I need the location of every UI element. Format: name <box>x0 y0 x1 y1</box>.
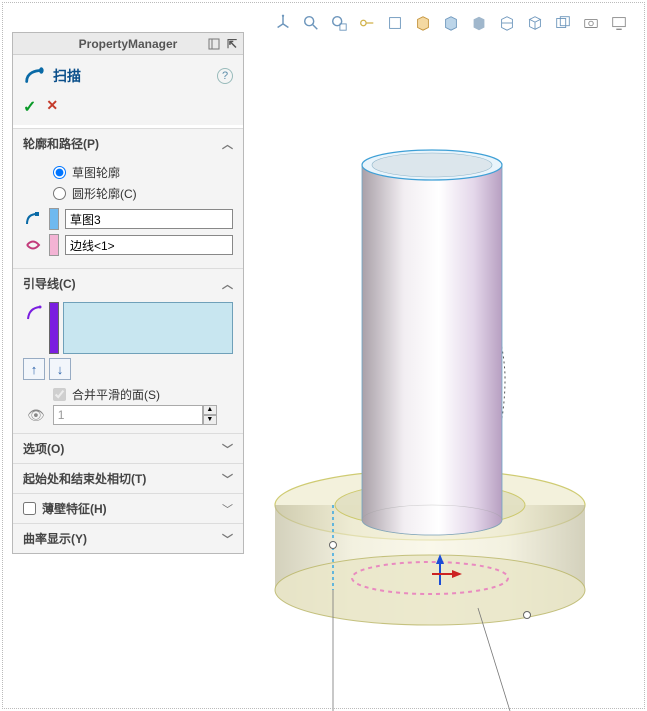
radio-sketch-profile[interactable] <box>53 166 66 179</box>
screen-icon[interactable] <box>609 13 629 33</box>
chevron-down-icon: ﹀ <box>222 531 233 547</box>
property-manager-panel: PropertyManager ⇱ 扫描 ? ✓ ✕ 轮廓和路径(P) ︿ 草图… <box>12 32 244 554</box>
merge-smooth-checkbox[interactable] <box>53 388 66 401</box>
radio-circular-profile[interactable] <box>53 187 66 200</box>
chevron-up-icon: ︿ <box>222 276 233 292</box>
section-thin-header[interactable]: 薄壁特征(H) ﹀ <box>13 493 243 523</box>
radio-circular-profile-label[interactable]: 圆形轮廓(C) <box>72 185 137 202</box>
feature-title-row: 扫描 ? <box>13 55 243 93</box>
panel-pin-icon[interactable] <box>207 37 221 51</box>
chevron-down-icon: ﹀ <box>222 501 233 517</box>
profile-slot-icon <box>23 209 43 229</box>
section-options-header[interactable]: 选项(O) ﹀ <box>13 433 243 463</box>
view-orientation-icon[interactable] <box>273 13 293 33</box>
view-key-icon[interactable] <box>357 13 377 33</box>
ok-button[interactable]: ✓ <box>23 97 36 117</box>
profile-color-swatch <box>49 208 59 230</box>
visibility-value-input[interactable] <box>53 405 203 425</box>
section-curvature-header[interactable]: 曲率显示(Y) ﹀ <box>13 523 243 553</box>
move-up-button[interactable]: ↑ <box>23 358 45 380</box>
isometric-icon[interactable] <box>525 13 545 33</box>
path-slot-icon <box>23 235 43 255</box>
section-guides-header[interactable]: 引导线(C) ︿ <box>13 268 243 298</box>
zoom-area-icon[interactable] <box>329 13 349 33</box>
chevron-up-icon: ︿ <box>222 136 233 152</box>
spinner-up-button[interactable]: ▲ <box>203 405 217 415</box>
guide-curve-icon <box>23 302 45 324</box>
section-thin-title: 薄壁特征(H) <box>42 500 107 517</box>
move-down-button[interactable]: ↓ <box>49 358 71 380</box>
section-profile-path-title: 轮廓和路径(P) <box>23 135 99 152</box>
guides-listbox[interactable] <box>63 302 233 354</box>
section-guides-body: ↑ ↓ 合并平滑的面(S) 👁 ▲ ▼ <box>13 298 243 433</box>
feature-name: 扫描 <box>53 66 81 86</box>
shaded-edges-icon[interactable] <box>441 13 461 33</box>
cancel-button[interactable]: ✕ <box>46 97 58 117</box>
chevron-down-icon: ﹀ <box>222 471 233 487</box>
display-style-icon[interactable] <box>553 13 573 33</box>
profile-input[interactable] <box>65 209 233 229</box>
zoom-to-fit-icon[interactable] <box>301 13 321 33</box>
chevron-down-icon: ﹀ <box>222 441 233 457</box>
sweep-feature-icon <box>23 65 45 87</box>
section-startend-header[interactable]: 起始处和结束处相切(T) ﹀ <box>13 463 243 493</box>
panel-pushpin-icon[interactable]: ⇱ <box>225 37 239 51</box>
view-wireframe-icon[interactable] <box>385 13 405 33</box>
path-color-swatch <box>49 234 59 256</box>
panel-title: PropertyManager <box>79 37 178 51</box>
merge-smooth-label: 合并平滑的面(S) <box>72 386 160 403</box>
visibility-eye-icon[interactable]: 👁 <box>27 407 45 424</box>
section-curvature-title: 曲率显示(Y) <box>23 530 87 547</box>
section-startend-title: 起始处和结束处相切(T) <box>23 470 146 487</box>
section-options-title: 选项(O) <box>23 440 64 457</box>
path-input[interactable] <box>65 235 233 255</box>
radio-sketch-profile-label[interactable]: 草图轮廓 <box>72 164 120 181</box>
thin-feature-checkbox[interactable] <box>23 502 36 515</box>
section-view-icon[interactable] <box>497 13 517 33</box>
section-guides-title: 引导线(C) <box>23 275 76 292</box>
panel-title-bar: PropertyManager ⇱ <box>13 33 243 55</box>
confirm-row: ✓ ✕ <box>13 93 243 128</box>
spinner-down-button[interactable]: ▼ <box>203 415 217 425</box>
help-button[interactable]: ? <box>217 68 233 84</box>
guide-color-swatch <box>49 302 59 354</box>
section-profile-path-body: 草图轮廓 圆形轮廓(C) <box>13 158 243 268</box>
hidden-lines-icon[interactable] <box>413 13 433 33</box>
shaded-icon[interactable] <box>469 13 489 33</box>
snapshot-icon[interactable] <box>581 13 601 33</box>
section-profile-path-header[interactable]: 轮廓和路径(P) ︿ <box>13 128 243 158</box>
